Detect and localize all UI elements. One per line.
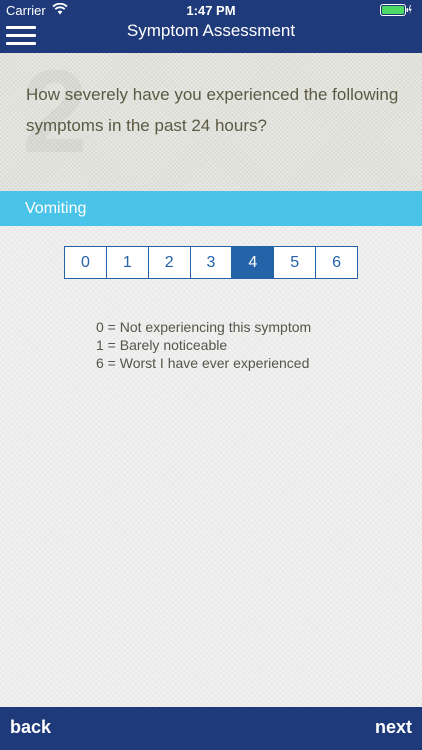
question-panel: 2 How severely have you experienced the … <box>0 53 422 191</box>
scale-option-0[interactable]: 0 <box>65 247 107 278</box>
scale-option-1[interactable]: 1 <box>106 247 149 278</box>
scale-option-6[interactable]: 6 <box>316 247 358 278</box>
legend-line-2: 6 = Worst I have ever experienced <box>96 355 310 371</box>
status-time: 1:47 PM <box>186 3 236 18</box>
battery-icon <box>380 4 412 16</box>
scale-option-2[interactable]: 2 <box>148 247 191 278</box>
page-title: Symptom Assessment <box>126 21 296 40</box>
footer-nav: back next <box>0 707 422 750</box>
symptom-name: Vomiting <box>25 200 87 217</box>
app-screen: Carrier 1:47 PM Symptom Assessment 2 How… <box>0 0 422 750</box>
back-button[interactable]: back <box>10 717 51 738</box>
severity-scale: 0 1 2 3 4 5 6 <box>64 246 358 279</box>
status-bar: Carrier 1:47 PM <box>0 0 422 20</box>
legend-line-1: 1 = Barely noticeable <box>96 337 228 353</box>
symptom-header: Vomiting <box>0 191 422 226</box>
next-button[interactable]: next <box>375 717 412 738</box>
scale-option-3[interactable]: 3 <box>190 247 233 278</box>
header: Carrier 1:47 PM Symptom Assessment <box>0 0 422 53</box>
scale-option-4[interactable]: 4 <box>232 247 275 278</box>
scale-option-5[interactable]: 5 <box>274 247 317 278</box>
legend-line-0: 0 = Not experiencing this symptom <box>96 319 312 335</box>
question-text: How severely have you experienced the fo… <box>26 85 399 135</box>
scale-legend: 0 = Not experiencing this symptom 1 = Ba… <box>96 318 396 372</box>
